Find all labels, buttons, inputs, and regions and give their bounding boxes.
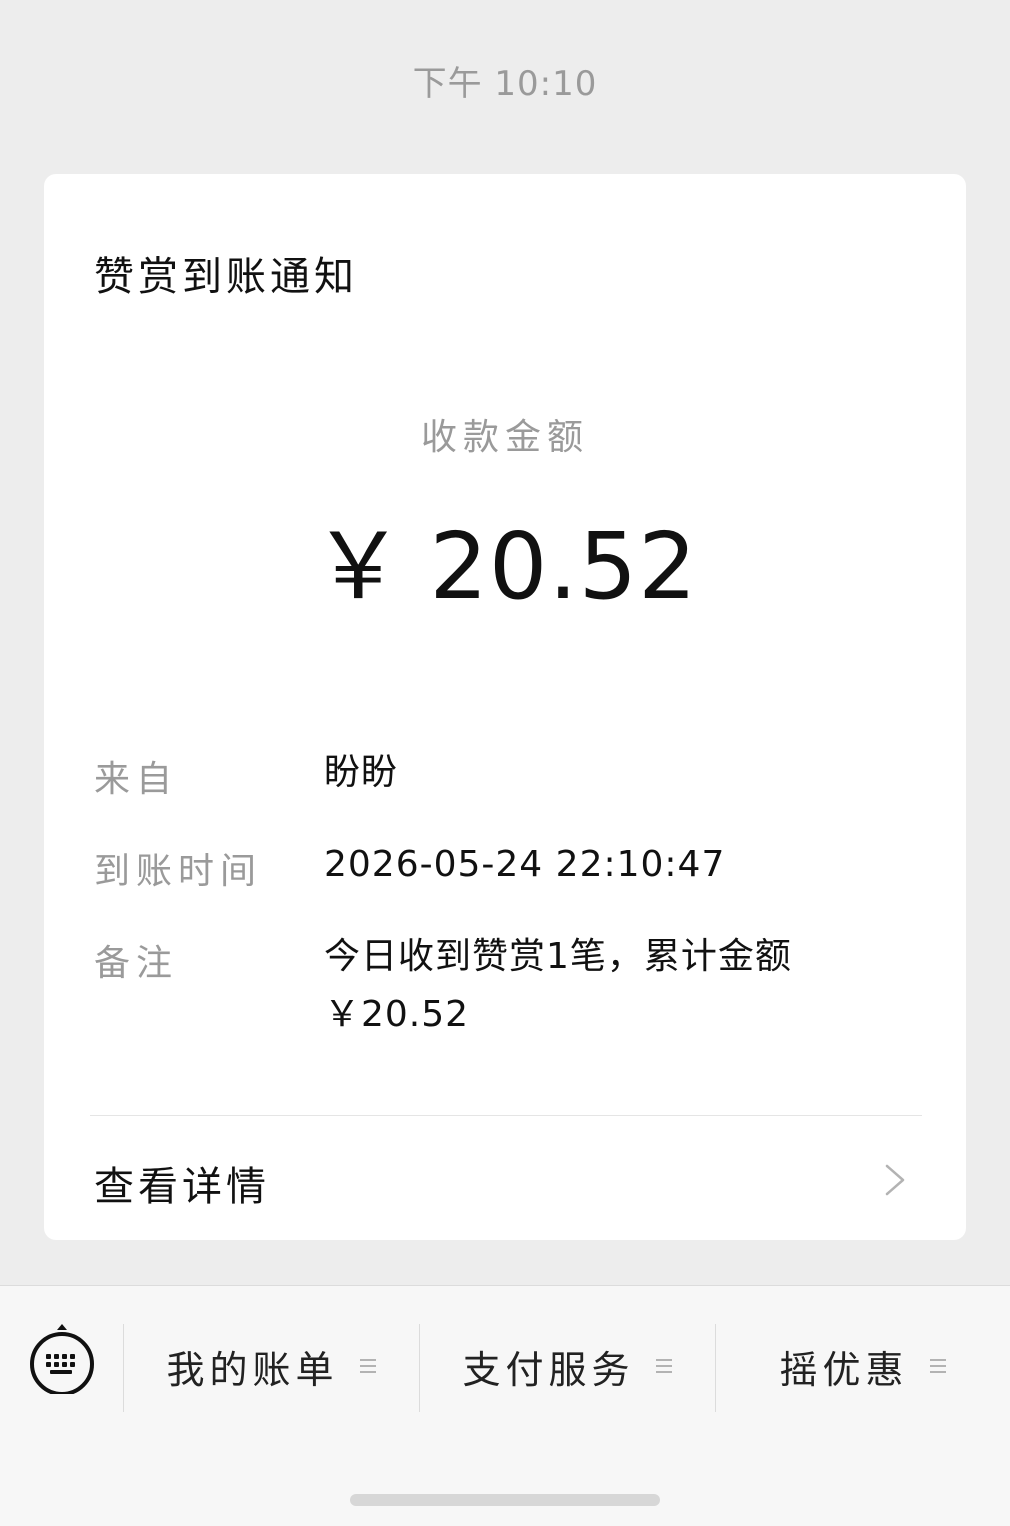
menu-lines-icon	[929, 1359, 946, 1373]
service-menu-bar: 我的账单 支付服务 摇优惠	[0, 1285, 1010, 1526]
arrival-time-label: 到账时间	[94, 851, 263, 892]
menu-item-shake-deals[interactable]: 摇优惠	[716, 1322, 1010, 1410]
view-details-link[interactable]: 查看详情	[44, 1116, 966, 1240]
menu-item-payment-services[interactable]: 支付服务	[420, 1322, 715, 1410]
from-value: 盼盼	[324, 752, 399, 793]
keyboard-icon[interactable]	[26, 1322, 98, 1394]
menu-item-my-bills[interactable]: 我的账单	[124, 1322, 419, 1410]
currency-symbol: ￥	[312, 513, 406, 620]
arrival-time-value: 2026-05-24 22:10:47	[324, 844, 726, 885]
message-timestamp: 下午 10:10	[412, 64, 598, 104]
remark-value-line1: 今日收到赞赏1笔，累计金额	[324, 936, 792, 977]
remark-value-line2: ￥20.52	[324, 994, 470, 1035]
amount-label: 收款金额	[420, 417, 589, 458]
menu-item-label: 我的账单	[166, 1347, 339, 1392]
menu-lines-icon	[359, 1359, 376, 1373]
menu-item-label: 摇优惠	[779, 1347, 909, 1392]
menu-item-label: 支付服务	[462, 1347, 635, 1392]
from-label: 来自	[94, 759, 179, 800]
remark-label: 备注	[94, 943, 179, 984]
amount-number: 20.52	[429, 513, 698, 620]
home-indicator[interactable]	[350, 1494, 660, 1506]
reward-notification-card: 赞赏到账通知 收款金额 ￥ 20.52 来自 盼盼 到账时间 2026-05-24…	[44, 174, 966, 1240]
view-details-label: 查看详情	[94, 1164, 270, 1210]
amount-value: ￥ 20.52	[44, 512, 966, 622]
chevron-right-icon	[885, 1164, 905, 1196]
menu-lines-icon	[655, 1359, 672, 1373]
card-title: 赞赏到账通知	[94, 254, 358, 300]
